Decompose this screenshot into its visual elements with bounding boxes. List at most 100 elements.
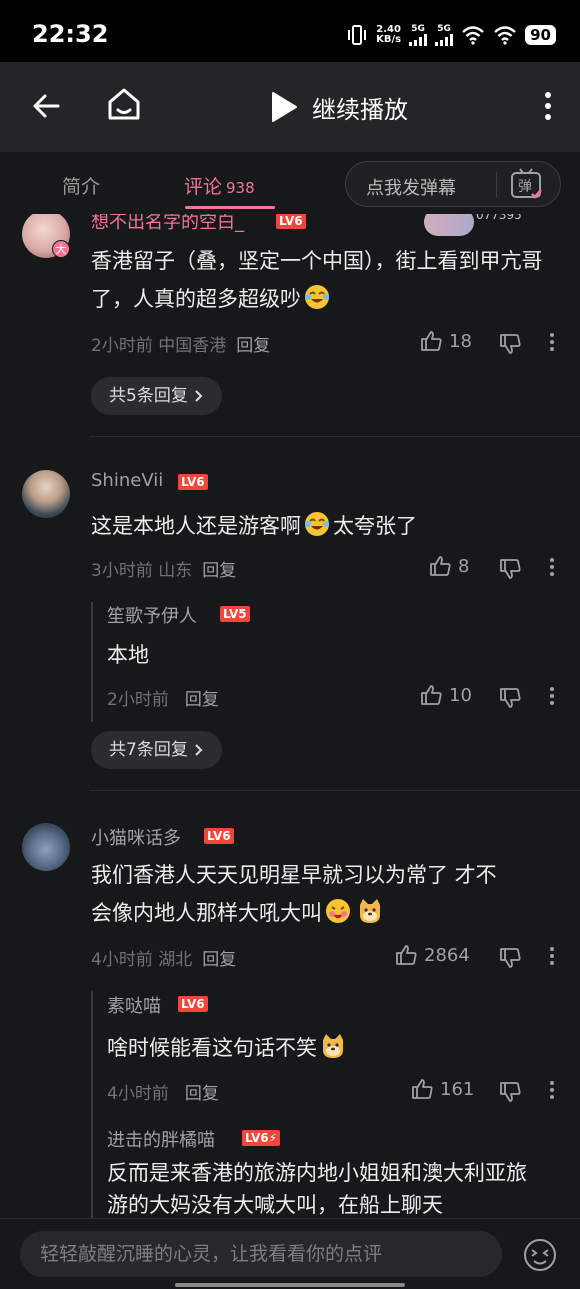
- like-button[interactable]: 10: [419, 683, 472, 707]
- status-bar: 22:32 2.40 KB/s 5G 5G 90: [0, 0, 580, 62]
- reply-text: 本地: [107, 643, 149, 667]
- like-button[interactable]: 161: [410, 1077, 474, 1101]
- danmaku-toggle-icon[interactable]: 弹: [506, 166, 546, 204]
- wifi-icon-2: [494, 26, 516, 45]
- like-count: 2864: [424, 944, 470, 966]
- wifi-icon: [462, 26, 484, 45]
- avatar[interactable]: [22, 823, 70, 871]
- divider: [90, 790, 580, 791]
- thumbs-up-icon: [396, 945, 417, 965]
- avatar[interactable]: [22, 470, 70, 518]
- more-options-icon[interactable]: [549, 1080, 555, 1100]
- laughing-crying-emoji-icon: [305, 285, 329, 309]
- signal-icon: 5G: [409, 24, 428, 46]
- comment-text: 我们香港人天天见明星早就习以为常了 才不 会像内地人那样大吼大叫: [91, 863, 497, 925]
- tab-comments[interactable]: 评论 938: [184, 172, 255, 199]
- thumbs-up-icon: [430, 556, 451, 576]
- thumbs-up-icon: [421, 331, 442, 351]
- thumbs-up-icon: [421, 685, 442, 705]
- thumbs-down-icon[interactable]: [498, 557, 522, 581]
- status-time: 22:32: [32, 20, 109, 48]
- reply-meta: 2小时前 回复: [107, 690, 219, 710]
- drooling-emoji-icon: [326, 899, 350, 923]
- comment-text: 这是本地人还是游客啊 太夸张了: [91, 507, 561, 545]
- divider: [496, 172, 497, 198]
- signal-icon-2: 5G: [435, 24, 454, 46]
- fan-badge-number: 077395: [476, 214, 522, 222]
- back-arrow-icon[interactable]: [28, 88, 64, 124]
- top-nav-bar: 继续播放: [0, 62, 580, 152]
- level-badge: LV5: [220, 606, 250, 622]
- reply-button[interactable]: 回复: [202, 561, 236, 581]
- like-button[interactable]: 8: [428, 554, 469, 578]
- level-badge: LV6: [276, 214, 306, 229]
- play-icon[interactable]: [266, 90, 300, 124]
- doge-emoji-icon: [360, 899, 380, 923]
- danmaku-input-button[interactable]: 点我发弹幕 弹: [345, 161, 561, 207]
- fan-badge: 077395: [424, 214, 532, 240]
- username[interactable]: 素哒喵: [107, 992, 161, 1018]
- svg-text:弹: 弹: [518, 179, 532, 195]
- reply-button[interactable]: 回复: [185, 690, 219, 710]
- level-badge: LV6: [204, 828, 234, 844]
- more-vertical-icon[interactable]: [536, 88, 560, 124]
- thumbs-down-icon[interactable]: [498, 332, 522, 356]
- status-icons: 2.40 KB/s 5G 5G 90: [346, 22, 556, 48]
- username[interactable]: ShineVii: [91, 470, 163, 491]
- level-badge: LV6⚡: [242, 1130, 281, 1146]
- like-count: 161: [440, 1078, 475, 1100]
- divider: [90, 436, 580, 437]
- comment-meta: 3小时前 山东 回复: [91, 561, 237, 581]
- continue-playing-button[interactable]: 继续播放: [312, 90, 408, 125]
- reply-text: 啥时候能看这句话不笑: [107, 1029, 349, 1067]
- comment-list[interactable]: 大 想不出名字的空白_ LV6 077395 香港留子（叠，坚定一个中国），街上…: [0, 214, 580, 1218]
- comment-meta: 4小时前 湖北 回复: [91, 950, 237, 970]
- more-options-icon[interactable]: [549, 946, 555, 966]
- tab-intro[interactable]: 简介: [62, 172, 100, 199]
- reply-button[interactable]: 回复: [236, 336, 270, 356]
- fan-badge-icon: [424, 214, 474, 236]
- reply-thread-line: [91, 991, 93, 1218]
- comment-meta: 2小时前 中国香港 回复: [91, 336, 271, 356]
- more-options-icon[interactable]: [549, 557, 555, 577]
- thumbs-down-icon[interactable]: [498, 1080, 522, 1104]
- home-indicator[interactable]: [175, 1283, 405, 1287]
- reply-text: 反而是来香港的旅游内地小姐姐和澳大利亚旅 游的大妈没有大喊大叫，在船上聊天: [107, 1161, 527, 1217]
- doge-emoji-icon: [323, 1034, 343, 1058]
- comments-count: 938: [226, 179, 255, 197]
- active-tab-indicator: [185, 206, 275, 209]
- reply-button[interactable]: 回复: [185, 1084, 219, 1104]
- comment-text: 香港留子（叠，坚定一个中国），街上看到甲亢哥了，人真的超多超级吵: [91, 249, 543, 311]
- like-button[interactable]: 18: [419, 329, 472, 353]
- thumbs-down-icon[interactable]: [498, 946, 522, 970]
- home-icon[interactable]: [104, 84, 144, 124]
- battery-indicator: 90: [525, 25, 556, 45]
- more-options-icon[interactable]: [549, 332, 555, 352]
- username[interactable]: 想不出名字的空白_: [91, 214, 244, 234]
- reply-thread-line: [91, 602, 93, 722]
- chevron-right-icon: [195, 744, 203, 756]
- thumbs-up-icon: [412, 1079, 433, 1099]
- level-badge: LV6: [178, 474, 208, 490]
- vibrate-icon: [348, 25, 367, 45]
- comment-input-bar: 轻轻敲醒沉睡的心灵，让我看看你的点评: [0, 1218, 580, 1289]
- danmaku-label: 点我发弹幕: [366, 178, 456, 199]
- like-count: 8: [458, 555, 470, 577]
- like-count: 18: [449, 330, 472, 352]
- reply-meta: 4小时前 回复: [107, 1084, 219, 1104]
- level-badge: LV6: [178, 996, 208, 1012]
- tab-bar: 简介 评论 938 点我发弹幕 弹: [0, 152, 580, 214]
- view-replies-button[interactable]: 共7条回复: [91, 731, 222, 769]
- emoji-picker-icon[interactable]: [522, 1237, 558, 1273]
- laughing-crying-emoji-icon: [305, 512, 329, 536]
- thumbs-down-icon[interactable]: [498, 686, 522, 710]
- username[interactable]: 进击的胖橘喵: [107, 1126, 215, 1152]
- view-replies-button[interactable]: 共5条回复: [91, 377, 222, 415]
- like-button[interactable]: 2864: [394, 943, 470, 967]
- reply-button[interactable]: 回复: [202, 950, 236, 970]
- net-speed: 2.40 KB/s: [376, 24, 402, 45]
- username[interactable]: 笙歌予伊人: [107, 602, 197, 628]
- username[interactable]: 小猫咪话多: [91, 824, 181, 850]
- more-options-icon[interactable]: [549, 686, 555, 706]
- comment-input[interactable]: 轻轻敲醒沉睡的心灵，让我看看你的点评: [20, 1231, 502, 1277]
